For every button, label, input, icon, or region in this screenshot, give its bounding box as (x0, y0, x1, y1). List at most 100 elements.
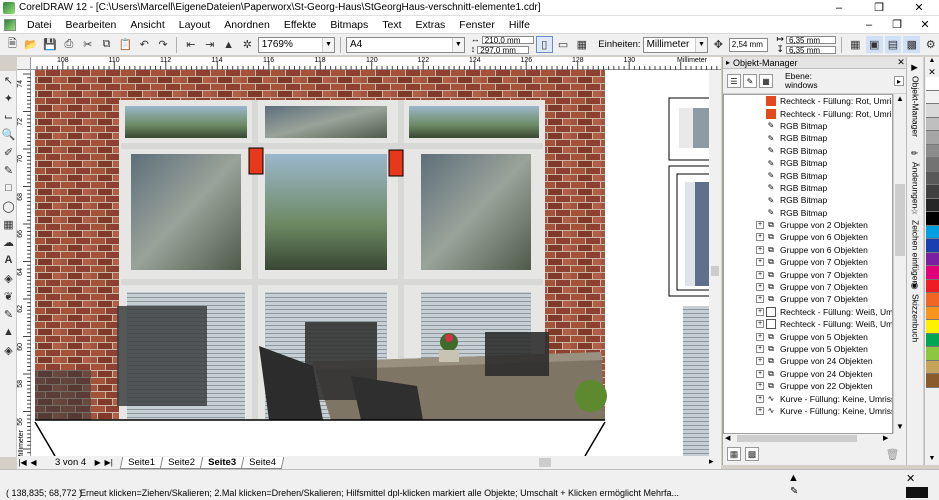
scroll-thumb[interactable] (737, 435, 857, 442)
menu-ansicht[interactable]: Ansicht (123, 19, 171, 31)
expand-icon[interactable]: + (756, 307, 764, 316)
no-fill-icon[interactable]: ✕ (925, 67, 939, 77)
menu-bearbeiten[interactable]: Bearbeiten (59, 19, 124, 31)
dup-x-input[interactable]: 6,35 mm (785, 35, 836, 44)
tree-vertical-scrollbar[interactable]: ▲ ▼ (893, 94, 905, 434)
pick-tool-icon[interactable]: ↖ (0, 71, 17, 89)
scroll-right-icon[interactable]: ▸ (709, 456, 714, 467)
tree-item[interactable]: + ⧉ Gruppe von 7 Objekten (724, 293, 892, 305)
delete-icon[interactable]: 🗑 (884, 446, 901, 463)
doc-close-button[interactable]: ✕ (911, 17, 939, 33)
color-swatch[interactable] (926, 104, 939, 118)
restore-button[interactable]: ❐ (859, 0, 899, 16)
tree-item[interactable]: + Rechteck - Füllung: Weiß, Umri (724, 318, 892, 330)
expand-icon[interactable]: + (756, 245, 764, 254)
save-icon[interactable]: 💾 (42, 36, 59, 53)
tree-item[interactable]: ✎ RGB Bitmap (724, 194, 892, 206)
menu-fenster[interactable]: Fenster (452, 19, 502, 31)
cut-icon[interactable]: ✂ (79, 36, 96, 53)
color-swatch[interactable] (926, 279, 939, 293)
menu-anordnen[interactable]: Anordnen (217, 19, 277, 31)
interactive-fill-icon[interactable]: ◈ (0, 341, 17, 359)
color-swatch[interactable] (926, 320, 939, 334)
edit-across-layers-icon[interactable]: ✎ (743, 74, 757, 88)
color-swatch[interactable] (926, 347, 939, 361)
tree-item[interactable]: ✎ RGB Bitmap (724, 169, 892, 181)
vertical-ruler[interactable]: 74 72 70 68 66 64 62 60 58 56 Millimeter (17, 70, 31, 460)
export-icon[interactable]: ⇥ (201, 36, 218, 53)
expand-icon[interactable]: + (756, 357, 764, 366)
tree-item[interactable]: + ⧉ Gruppe von 6 Objekten (724, 231, 892, 243)
open-icon[interactable]: 📂 (23, 36, 40, 53)
tree-item[interactable]: ✎ RGB Bitmap (724, 132, 892, 144)
dup-y-input[interactable]: 6,35 mm (785, 45, 836, 54)
new-icon[interactable]: 🗎 (4, 36, 21, 53)
document-icon[interactable] (4, 18, 16, 31)
object-tree[interactable]: Rechteck - Füllung: Rot, Umriss Rechteck … (723, 94, 893, 434)
tab-aenderungen[interactable]: ✏ Änderungen (908, 149, 923, 208)
tree-item[interactable]: ✎ RGB Bitmap (724, 145, 892, 157)
show-properties-icon[interactable]: ☰ (727, 74, 741, 88)
first-page-icon[interactable]: |◀ (17, 458, 28, 467)
chevron-down-icon[interactable]: ▼ (451, 37, 464, 52)
options-icon[interactable]: ⚙ (922, 36, 939, 53)
tree-item[interactable]: ✎ RGB Bitmap (724, 182, 892, 194)
portrait-icon[interactable]: ▯ (535, 36, 553, 53)
new-layer-icon[interactable]: ▦ (727, 447, 741, 461)
tree-item[interactable]: + ∿ Kurve - Füllung: Keine, Umriss: (724, 392, 892, 404)
prev-page-icon[interactable]: ◀ (28, 458, 39, 467)
color-swatch[interactable] (926, 225, 939, 239)
scroll-right-icon[interactable]: ▶ (883, 434, 888, 442)
next-page-icon[interactable]: ▶ (92, 458, 103, 467)
color-swatch[interactable] (926, 198, 939, 212)
chevron-down-icon[interactable]: ▼ (694, 37, 707, 52)
menu-layout[interactable]: Layout (172, 19, 218, 31)
close-button[interactable]: ✕ (899, 0, 939, 16)
color-swatch[interactable] (926, 212, 939, 226)
polygon-tool-icon[interactable]: ▦ (0, 215, 17, 233)
smart-fill-icon[interactable]: ✎ (0, 161, 17, 179)
layer-manager-icon[interactable]: ▦ (759, 74, 773, 88)
snap-objects-icon[interactable]: ▣ (865, 36, 883, 53)
new-master-layer-icon[interactable]: ▩ (745, 447, 759, 461)
tab-seite4[interactable]: Seite4 (240, 456, 285, 469)
canvas-horizontal-scrollbar[interactable]: ▸ (305, 456, 721, 469)
fill-tool-icon[interactable]: ▲ (0, 323, 17, 341)
menu-text[interactable]: Text (375, 19, 408, 31)
expand-icon[interactable]: + (756, 295, 764, 304)
tree-item[interactable]: Rechteck - Füllung: Rot, Umriss (724, 107, 892, 119)
horizontal-ruler[interactable]: 108 110 112 114 116 118 120 122 124 126 128 130 Mil… (31, 57, 721, 70)
drawing-canvas[interactable] (31, 70, 721, 456)
tab-skizzenbuch[interactable]: ◉ Skizzenbuch (908, 281, 923, 342)
redo-icon[interactable]: ↷ (155, 36, 172, 53)
color-swatch[interactable] (926, 185, 939, 199)
paste-icon[interactable]: 📋 (117, 36, 134, 53)
units-combo[interactable]: Millimeter ▼ (642, 36, 708, 53)
tree-item[interactable]: + ⧉ Gruppe von 6 Objekten (724, 244, 892, 256)
page-width-input[interactable]: 210,0 mm (481, 35, 534, 44)
color-swatch[interactable] (926, 239, 939, 253)
tab-zeichen-einfuegen[interactable]: ☆ Zeichen einfügen (908, 207, 923, 285)
tree-item[interactable]: + ⧉ Gruppe von 7 Objekten (724, 268, 892, 280)
tree-item[interactable]: + ⧉ Gruppe von 24 Objekten (724, 355, 892, 367)
tree-item[interactable]: ✎ RGB Bitmap (724, 207, 892, 219)
tree-item[interactable]: + ⧉ Gruppe von 7 Objekten (724, 281, 892, 293)
color-swatch[interactable] (926, 374, 939, 388)
color-swatch[interactable] (926, 77, 939, 91)
landscape-icon[interactable]: ▭ (555, 36, 572, 53)
expand-icon[interactable]: + (756, 406, 764, 415)
menu-bitmaps[interactable]: Bitmaps (323, 19, 375, 31)
undo-icon[interactable]: ↶ (136, 36, 153, 53)
tree-item[interactable]: + ⧉ Gruppe von 2 Objekten (724, 219, 892, 231)
color-swatch[interactable] (926, 306, 939, 320)
menu-extras[interactable]: Extras (409, 19, 453, 31)
palette-scroll-up-icon[interactable]: ▲ (925, 57, 939, 67)
menu-hilfe[interactable]: Hilfe (502, 19, 537, 31)
zoom-combo[interactable]: 1769% ▼ (257, 36, 335, 53)
color-swatch[interactable] (926, 293, 939, 307)
crop-tool-icon[interactable]: ⌙ (0, 107, 17, 125)
color-swatch[interactable] (926, 131, 939, 145)
color-swatch[interactable] (926, 90, 939, 104)
ellipse-tool-icon[interactable]: ◯ (0, 197, 17, 215)
tree-item[interactable]: Rechteck - Füllung: Rot, Umriss (724, 95, 892, 107)
